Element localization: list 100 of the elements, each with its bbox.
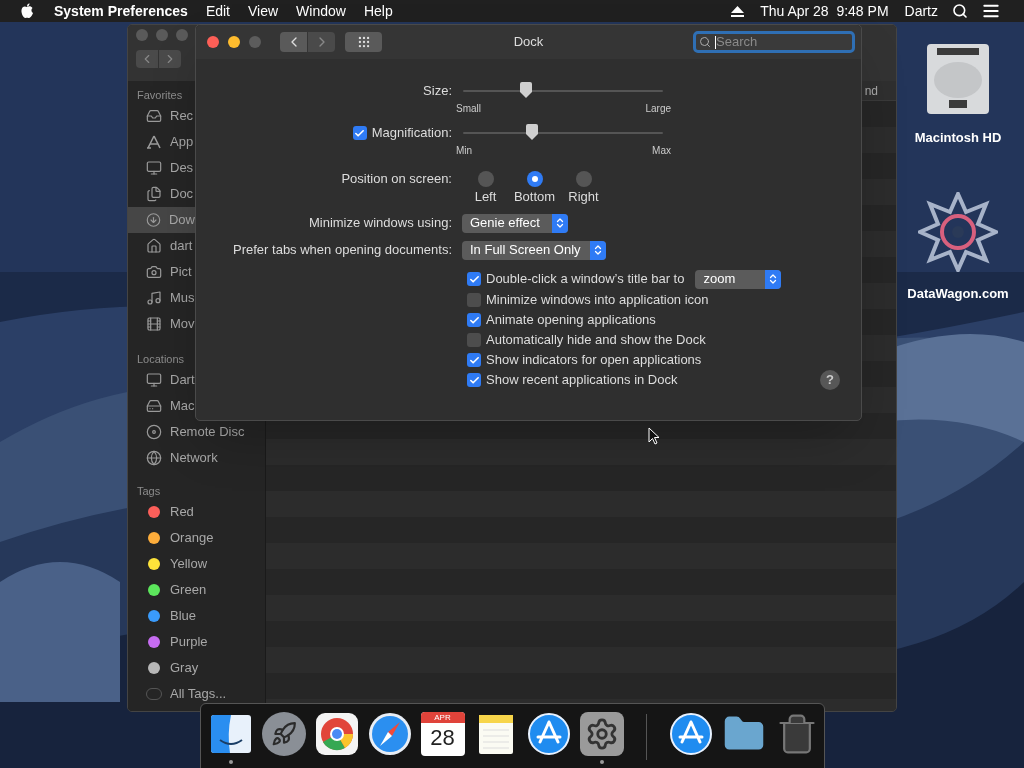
- sidebar-item[interactable]: Remote Disc: [128, 419, 265, 445]
- sidebar-item[interactable]: Des: [128, 155, 195, 181]
- sidebar-item[interactable]: Blue: [128, 603, 265, 629]
- desktop-icon-label[interactable]: Macintosh HD: [914, 128, 1002, 148]
- back-button[interactable]: [280, 32, 307, 52]
- tray-icon: [146, 108, 162, 124]
- checkbox[interactable]: [467, 313, 481, 327]
- menu-item[interactable]: Window: [296, 0, 346, 22]
- a-letter-circle-icon[interactable]: [669, 712, 714, 756]
- sidebar-label: Mus: [170, 289, 195, 308]
- close-button[interactable]: [207, 36, 219, 48]
- radio-button[interactable]: [477, 171, 494, 187]
- calendar-icon[interactable]: APR 28: [420, 712, 465, 756]
- sidebar-label: Pict: [170, 263, 192, 282]
- clock[interactable]: Thu Apr 28 9:48 PM: [760, 0, 889, 22]
- show-all-button[interactable]: [345, 32, 382, 52]
- column-header[interactable]: nd: [864, 81, 878, 100]
- stepper-arrows-icon: [554, 217, 566, 229]
- popup-button[interactable]: Genie effect: [462, 213, 568, 233]
- sidebar-item[interactable]: App: [128, 129, 195, 155]
- sidebar-label: Mov: [170, 315, 195, 334]
- sidebar-label: Rec: [170, 107, 194, 126]
- window-title: Dock: [513, 33, 544, 52]
- globe-icon: [146, 450, 162, 466]
- desktop-icon-label[interactable]: DataWagon.com: [907, 283, 1009, 303]
- popup-button[interactable]: zoom: [695, 269, 782, 289]
- a-letter-circle-icon[interactable]: [526, 712, 571, 756]
- star-pattern-icon[interactable]: [918, 191, 998, 272]
- checkbox[interactable]: [467, 272, 481, 286]
- popup-button[interactable]: In Full Screen Only: [462, 240, 606, 260]
- house-icon: [146, 238, 162, 254]
- slider[interactable]: [463, 123, 663, 143]
- menu-item[interactable]: Edit: [205, 0, 230, 22]
- sidebar-item[interactable]: Dow: [128, 207, 195, 233]
- app-menu[interactable]: System Preferences: [54, 0, 188, 22]
- sidebar-item[interactable]: Orange: [128, 525, 265, 551]
- sidebar-item[interactable]: Purple: [128, 629, 265, 655]
- search-icon[interactable]: [952, 3, 968, 19]
- slider[interactable]: [463, 81, 663, 101]
- slider-label: Size:: [423, 82, 452, 101]
- checkbox[interactable]: [467, 353, 481, 367]
- checkbox-label[interactable]: Show indicators for open applications: [486, 350, 702, 370]
- slider-thumb[interactable]: [519, 82, 533, 99]
- menu-item[interactable]: View: [248, 0, 279, 22]
- sidebar-item[interactable]: Green: [128, 577, 265, 603]
- sidebar-label: Blue: [170, 607, 197, 626]
- eject-icon[interactable]: [731, 5, 745, 17]
- checkbox[interactable]: [352, 126, 367, 140]
- hard-drive-icon[interactable]: [925, 42, 991, 116]
- checkbox-label[interactable]: Show recent applications in Dock: [486, 370, 678, 390]
- sidebar-label: Dow: [169, 211, 195, 230]
- menu-item[interactable]: Help: [363, 0, 393, 22]
- checkbox-label[interactable]: Animate opening applications: [486, 310, 656, 330]
- help-button[interactable]: ?: [820, 370, 840, 390]
- radio-button[interactable]: [526, 171, 543, 187]
- camera-icon: [146, 264, 162, 280]
- user-name[interactable]: Dartz: [904, 0, 938, 22]
- search-input[interactable]: Search: [716, 32, 826, 52]
- search-icon: [699, 36, 711, 48]
- compass-icon[interactable]: [367, 712, 412, 756]
- sidebar-label: Network: [170, 449, 218, 468]
- sidebar-item[interactable]: Mus: [128, 285, 195, 311]
- disc-icon: [146, 424, 162, 440]
- grid-icon: [356, 35, 371, 49]
- sidebar-item[interactable]: Yellow: [128, 551, 265, 577]
- sidebar-item[interactable]: Dart: [128, 367, 195, 393]
- checkbox-label[interactable]: Double-click a window’s title bar to: [486, 269, 685, 289]
- sidebar-label: Dart: [170, 371, 195, 390]
- checkbox-label[interactable]: Automatically hide and show the Dock: [486, 330, 706, 350]
- sidebar-label: dart: [170, 237, 193, 256]
- sidebar-item[interactable]: Doc: [128, 181, 195, 207]
- sidebar-item[interactable]: All Tags...: [128, 681, 265, 707]
- sidebar-label: Mac: [170, 397, 195, 416]
- tricolor-ring-icon[interactable]: [314, 712, 359, 756]
- checkbox[interactable]: [467, 373, 481, 387]
- apple-logo-icon[interactable]: [20, 3, 34, 19]
- slider-thumb[interactable]: [525, 124, 539, 141]
- list-icon[interactable]: [982, 2, 1000, 20]
- sidebar-item[interactable]: Mac: [128, 393, 195, 419]
- radio-button[interactable]: [575, 171, 592, 187]
- sidebar-label: Green: [170, 581, 207, 600]
- smiling-face-icon[interactable]: [208, 712, 253, 756]
- minimize-button[interactable]: [228, 36, 240, 48]
- sidebar-item[interactable]: Pict: [128, 259, 195, 285]
- sidebar-item[interactable]: Rec: [128, 103, 195, 129]
- search-field[interactable]: Search: [693, 31, 855, 53]
- checkbox[interactable]: [467, 293, 481, 307]
- radio-label[interactable]: Left: [474, 189, 497, 205]
- rocket-icon[interactable]: [261, 712, 306, 756]
- gear-icon[interactable]: [579, 712, 624, 756]
- sidebar-item[interactable]: Mov: [128, 311, 195, 337]
- radio-label[interactable]: Bottom: [513, 189, 556, 205]
- checkbox[interactable]: [467, 333, 481, 347]
- checkbox-label[interactable]: Minimize windows into application icon: [486, 290, 709, 310]
- sidebar-item[interactable]: Red: [128, 499, 265, 525]
- sidebar-item[interactable]: Network: [128, 445, 265, 471]
- radio-label[interactable]: Right: [568, 189, 599, 205]
- sidebar-item[interactable]: dart: [128, 233, 195, 259]
- sidebar-label: All Tags...: [170, 685, 227, 704]
- sidebar-item[interactable]: Gray: [128, 655, 265, 681]
